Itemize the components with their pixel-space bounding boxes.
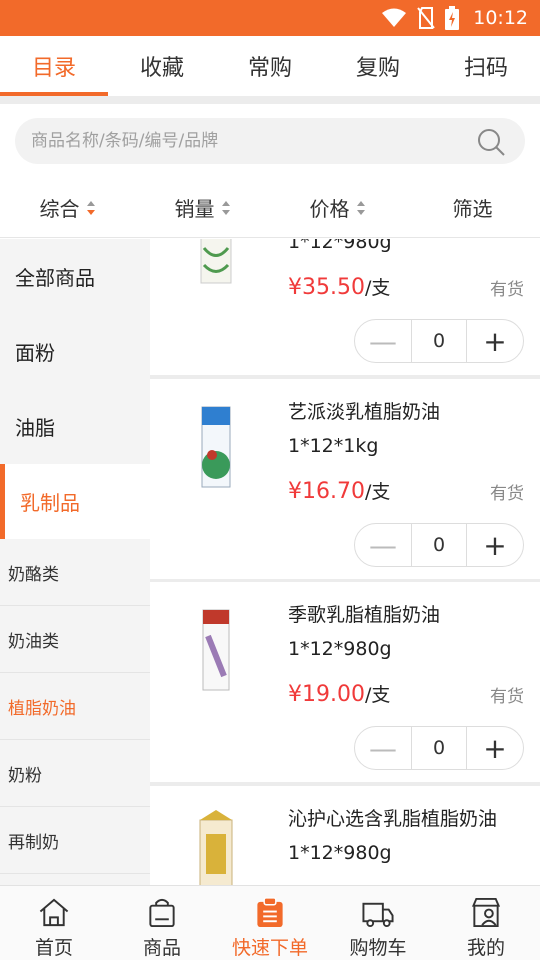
bag-icon [149,898,175,928]
home-icon [39,898,69,927]
nav-products[interactable]: 商品 [108,886,216,960]
sort-label: 筛选 [452,197,493,221]
product-list: 1*12*980g ¥35.50/支 有货 — 0 + 艺派淡乳植脂奶油 1*1… [150,239,540,885]
nav-label: 购物车 [349,937,407,959]
product-name: 艺派淡乳植脂奶油 [288,401,441,423]
sort-arrows-icon [356,200,365,215]
truck-icon [362,902,394,928]
price-unit: /支 [364,277,391,299]
product-card[interactable]: 季歌乳脂植脂奶油 1*12*980g ¥19.00/支 有货 — 0 + [150,582,540,782]
divider [0,96,540,104]
increase-button[interactable]: + [467,524,523,566]
product-card[interactable]: 艺派淡乳植脂奶油 1*12*1kg ¥16.70/支 有货 — 0 + [150,379,540,579]
clipboard-icon [257,897,283,928]
tab-favorites[interactable]: 收藏 [108,36,216,96]
increase-button[interactable]: + [467,320,523,362]
product-name: 季歌乳脂植脂奶油 [288,604,441,626]
category-oil[interactable]: 油脂 [0,389,150,464]
status-time: 10:12 [473,7,528,29]
nav-quick-order[interactable]: 快速下单 [216,886,324,960]
product-spec: 1*12*980g [288,842,392,864]
quantity-stepper: — 0 + [354,726,524,770]
tab-repurchase[interactable]: 复购 [324,36,432,96]
subcategory-cream[interactable]: 奶油类 [0,606,150,673]
sort-comprehensive[interactable]: 综合 [0,178,135,237]
category-sidebar: 全部商品 面粉 油脂 乳制品 奶酪类 奶油类 植脂奶油 奶粉 再制奶 [0,239,150,885]
product-spec: 1*12*980g [288,638,392,660]
search-icon[interactable] [477,128,505,156]
nav-label: 商品 [142,937,181,959]
product-image [200,239,232,284]
subcategory-nondairy-cream[interactable]: 植脂奶油 [0,673,150,740]
decrease-button[interactable]: — [355,320,411,362]
quantity-stepper: — 0 + [354,319,524,363]
decrease-button[interactable]: — [355,727,411,769]
product-card[interactable]: 1*12*980g ¥35.50/支 有货 — 0 + [150,239,540,375]
sort-price[interactable]: 价格 [270,178,405,237]
stock-status: 有货 [490,687,524,707]
bottom-nav: 首页 商品 快速下单 购物车 我的 [0,885,540,960]
nav-profile[interactable]: 我的 [432,886,540,960]
subcategory-recombined-milk[interactable]: 再制奶 [0,807,150,874]
sort-filter[interactable]: 筛选 [405,178,540,237]
price-value: ¥35.50 [288,275,365,300]
increase-button[interactable]: + [467,727,523,769]
tab-frequent[interactable]: 常购 [216,36,324,96]
status-icons: 10:12 [381,0,528,36]
search-input[interactable] [31,118,471,164]
product-card[interactable]: 沁护心选含乳脂植脂奶油 1*12*980g [150,786,540,885]
nav-cart[interactable]: 购物车 [324,886,432,960]
product-spec: 1*12*980g [288,239,392,253]
decrease-button[interactable]: — [355,524,411,566]
tab-catalog[interactable]: 目录 [0,36,108,96]
sort-label: 综合 [39,197,80,221]
product-spec: 1*12*1kg [288,435,379,457]
nav-label: 首页 [34,937,73,959]
price-unit: /支 [364,481,391,503]
search-bar [15,118,525,164]
sort-sales[interactable]: 销量 [135,178,270,237]
sort-bar: 综合 销量 价格 筛选 [0,178,540,238]
category-all[interactable]: 全部商品 [0,239,150,314]
nav-label: 快速下单 [231,937,308,959]
product-name: 沁护心选含乳脂植脂奶油 [288,808,498,830]
product-price: ¥35.50/支 [288,273,390,300]
category-dairy[interactable]: 乳制品 [0,464,150,539]
nav-label: 我的 [466,937,505,959]
price-value: ¥19.00 [288,682,365,707]
top-tabs: 目录 收藏 常购 复购 扫码 [0,36,540,96]
wifi-icon [382,8,407,27]
price-value: ¥16.70 [288,479,365,504]
subcategory-cheese[interactable]: 奶酪类 [0,539,150,606]
product-price: ¥19.00/支 [288,680,390,707]
stock-status: 有货 [490,484,524,504]
quantity-value[interactable]: 0 [411,320,467,362]
category-flour[interactable]: 面粉 [0,314,150,389]
no-sim-icon [417,7,436,29]
tab-scan[interactable]: 扫码 [432,36,540,96]
quantity-value[interactable]: 0 [411,727,467,769]
status-bar: 10:12 [0,0,540,36]
product-price: ¥16.70/支 [288,477,390,504]
sort-arrows-icon [86,200,95,215]
battery-charging-icon [445,6,460,30]
sort-label: 价格 [309,197,350,221]
subcategory-milk-powder[interactable]: 奶粉 [0,740,150,807]
sort-arrows-icon [221,200,230,215]
user-store-icon [471,897,501,928]
product-image [201,406,231,488]
product-image [202,609,230,691]
quantity-value[interactable]: 0 [411,524,467,566]
quantity-stepper: — 0 + [354,523,524,567]
stock-status: 有货 [490,280,524,300]
price-unit: /支 [364,684,391,706]
sort-label: 销量 [174,197,215,221]
nav-home[interactable]: 首页 [0,886,108,960]
product-image [199,810,233,885]
